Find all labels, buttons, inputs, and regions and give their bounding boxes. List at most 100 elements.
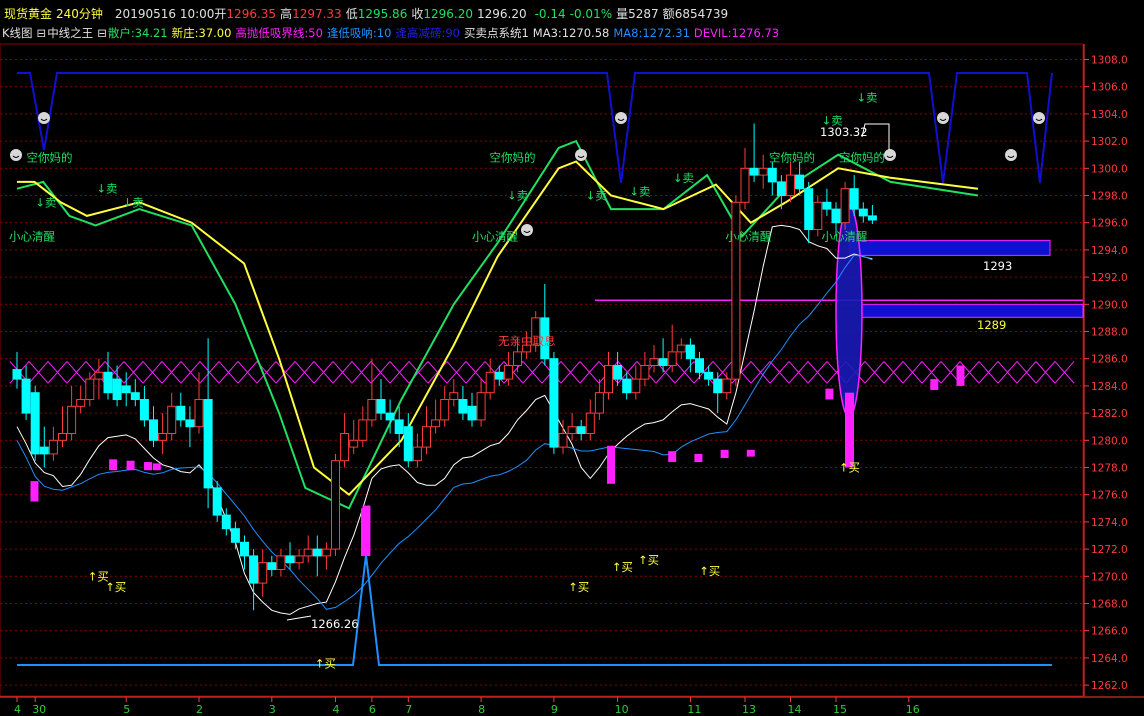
candle-body [203, 399, 213, 489]
chart-annotation: ↑买 [612, 560, 633, 574]
candle-body [358, 419, 368, 441]
chart-annotation: 空你妈的 [26, 150, 72, 164]
chart-annotation: ↓卖 [35, 195, 56, 209]
candle-body [30, 392, 40, 455]
cross-pattern [28, 361, 49, 384]
candle-body [676, 344, 686, 353]
chart-annotation: ↑买 [105, 580, 126, 594]
y-tick-label: 1262.0 [1091, 680, 1128, 692]
x-tick-label: 30 [32, 703, 46, 716]
candle-body [685, 344, 695, 360]
cross-pattern [1016, 361, 1037, 384]
candle-body [786, 174, 795, 197]
cross-pattern [902, 361, 923, 384]
candle-body [740, 167, 750, 203]
cross-pattern [1054, 361, 1075, 384]
chart-annotation: ↑买 [568, 580, 589, 594]
cross-pattern [883, 361, 904, 384]
chart-annotation: ↑买 [699, 564, 720, 578]
x-tick-label: 4 [333, 703, 340, 716]
cross-pattern [978, 361, 999, 384]
cross-pattern [750, 361, 771, 384]
cross-pattern [332, 361, 353, 384]
candle-body [831, 208, 841, 224]
smiley-icon [1005, 149, 1017, 161]
chart-annotation: 空你妈的 [769, 150, 815, 164]
level-box [861, 303, 1084, 318]
chart-annotation: 小心清醒 [821, 229, 867, 243]
candle-body [76, 399, 86, 407]
candle-body [294, 555, 304, 564]
candle-body [485, 371, 495, 394]
chart-annotation: 小心清醒 [9, 229, 55, 243]
candle-body [658, 358, 668, 367]
y-tick-label: 1304.0 [1091, 109, 1128, 121]
y-tick-label: 1286.0 [1091, 354, 1128, 366]
chart-annotation: ↓卖 [123, 195, 144, 209]
chart-annotation: ↓卖 [96, 182, 117, 196]
candle-body [758, 167, 768, 176]
candle-body [458, 399, 468, 414]
candle-body [367, 399, 377, 421]
y-tick-label: 1290.0 [1091, 299, 1128, 311]
top-signal-line [17, 72, 1053, 184]
devil-bar [668, 451, 677, 463]
chart-annotation: 1289 [977, 318, 1006, 332]
cross-pattern [560, 361, 581, 384]
chart-annotation: ↑买 [839, 461, 860, 475]
x-tick-label: 9 [551, 703, 558, 716]
cross-pattern [1035, 361, 1056, 384]
candle-body [667, 351, 677, 366]
candlestick-chart[interactable]: 1262.0 1264.0 1266.0 1268.0 1270.0 1272.0 1274… [0, 0, 1144, 716]
y-tick-label: 1292.0 [1091, 272, 1128, 284]
cross-pattern [47, 361, 68, 384]
devil-bar [930, 379, 939, 390]
candle-body [713, 378, 723, 394]
candle-body [813, 201, 823, 231]
chart-annotation: 小心清醒 [725, 229, 771, 243]
candle-body [85, 378, 95, 401]
x-tick-label: 10 [615, 703, 629, 716]
devil-bar [720, 449, 729, 458]
chart-annotation: 小心清醒 [472, 229, 518, 243]
candle-body [640, 365, 650, 380]
devil-bar [109, 459, 118, 471]
candle-body [649, 358, 659, 367]
candle-body [613, 365, 623, 380]
x-tick-label: 7 [405, 703, 412, 716]
chart-annotation: 空你妈的 [839, 150, 885, 164]
cross-pattern [769, 361, 790, 384]
candle-body [449, 392, 459, 401]
candle-body [176, 405, 186, 421]
y-tick-label: 1278.0 [1091, 463, 1128, 475]
candle-body [130, 392, 140, 401]
candle-body [467, 405, 477, 421]
cross-pattern [237, 361, 258, 384]
candle-body [321, 548, 331, 557]
candle-body [622, 378, 632, 394]
x-tick-label: 6 [369, 703, 376, 716]
devil-bar [825, 388, 834, 400]
cross-pattern [788, 361, 809, 384]
cross-pattern [180, 361, 201, 384]
x-tick-label: 11 [687, 703, 701, 716]
candle-body [212, 487, 222, 516]
cross-pattern [674, 361, 695, 384]
candle-body [303, 548, 313, 557]
candle-body [840, 188, 850, 224]
cross-pattern [142, 361, 163, 384]
y-tick-label: 1294.0 [1091, 245, 1128, 257]
chart-annotation: ↓卖 [507, 189, 528, 203]
x-tick-label: 3 [269, 703, 276, 716]
cross-pattern [123, 361, 144, 384]
plot-frame [0, 43, 1084, 697]
candle-body [549, 358, 559, 448]
candle-body [240, 541, 249, 557]
candle-body [249, 555, 259, 584]
candle-body [312, 548, 322, 557]
candle-body [604, 365, 613, 394]
devil-bar [152, 463, 161, 471]
candle-body [722, 378, 732, 394]
candle-body [412, 446, 422, 462]
candle-body [440, 399, 450, 421]
